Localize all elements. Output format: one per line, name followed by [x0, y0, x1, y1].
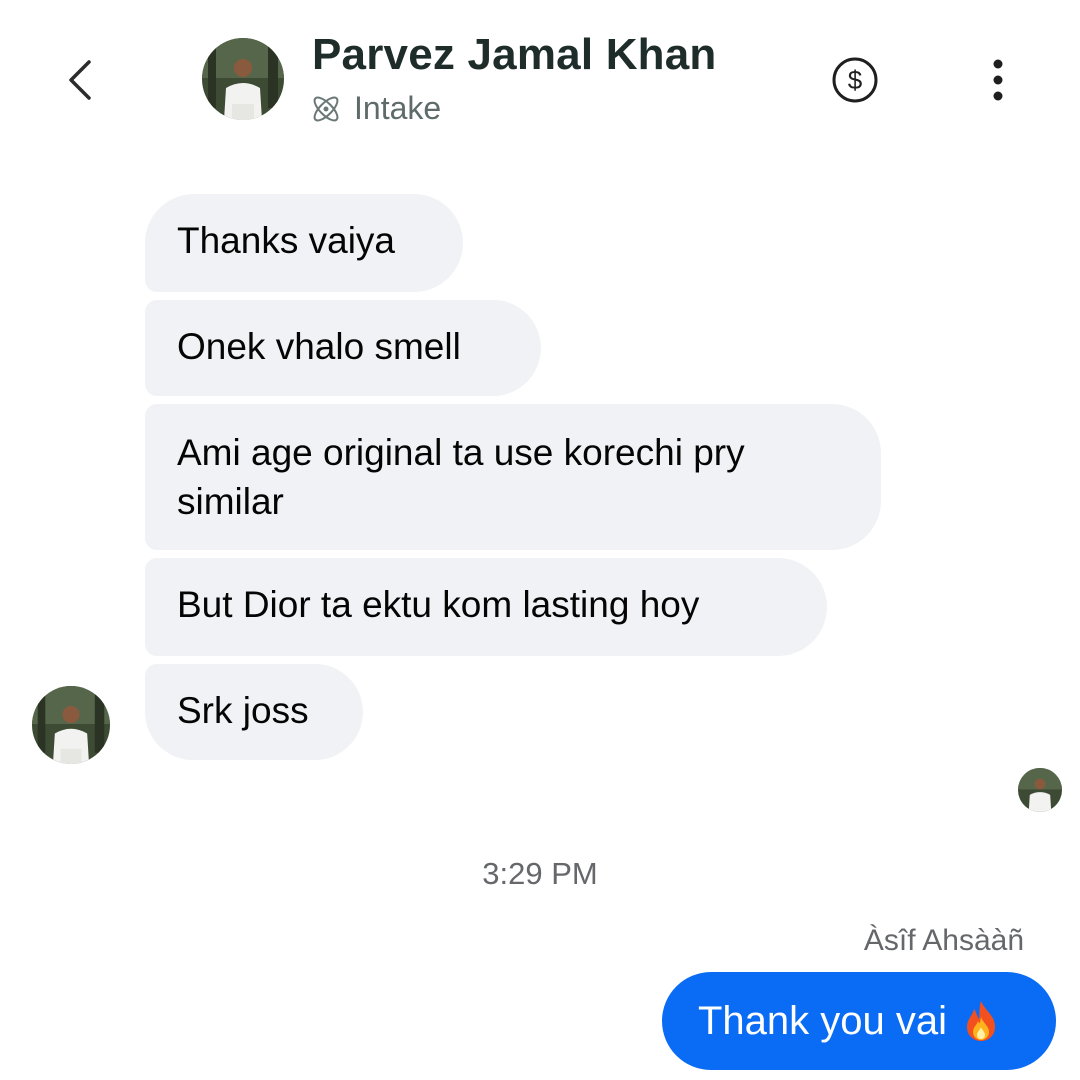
payment-button[interactable]: $: [830, 55, 880, 105]
read-receipt-photo: [1018, 768, 1062, 812]
sender-photo: [32, 686, 110, 764]
message-timestamp: 3:29 PM: [482, 856, 598, 891]
outgoing-sender-name: Àsîf Ahsààñ: [863, 924, 1024, 957]
more-vertical-icon: [993, 59, 1003, 101]
atom-icon: [313, 96, 339, 121]
contact-photo: [202, 38, 284, 120]
label-text: Intake: [354, 90, 442, 126]
message-bubble-incoming[interactable]: Ami age original ta use korechi pry simi…: [145, 404, 881, 550]
outgoing-text: Thank you vai: [698, 999, 948, 1043]
message-bubble-incoming[interactable]: Thanks vaiya: [145, 194, 463, 292]
chevron-left-icon: [69, 60, 91, 100]
contact-avatar[interactable]: [202, 38, 284, 120]
contact-name: Parvez Jamal Khan: [312, 30, 717, 79]
message-bubble-incoming[interactable]: Srk joss: [145, 664, 363, 760]
svg-text:$: $: [848, 65, 863, 95]
read-receipt-avatar: [1018, 768, 1062, 812]
message-bubble-incoming[interactable]: Onek vhalo smell: [145, 300, 541, 396]
more-options-button[interactable]: [978, 55, 1018, 105]
fire-icon: [967, 1001, 996, 1041]
sender-avatar[interactable]: [32, 686, 110, 764]
dollar-circle-icon: $: [832, 57, 878, 103]
message-bubble-incoming[interactable]: But Dior ta ektu kom lasting hoy: [145, 558, 827, 656]
contact-label: Intake: [308, 90, 441, 127]
back-button[interactable]: [52, 52, 108, 108]
message-bubble-outgoing[interactable]: Thank you vai: [662, 972, 1056, 1070]
